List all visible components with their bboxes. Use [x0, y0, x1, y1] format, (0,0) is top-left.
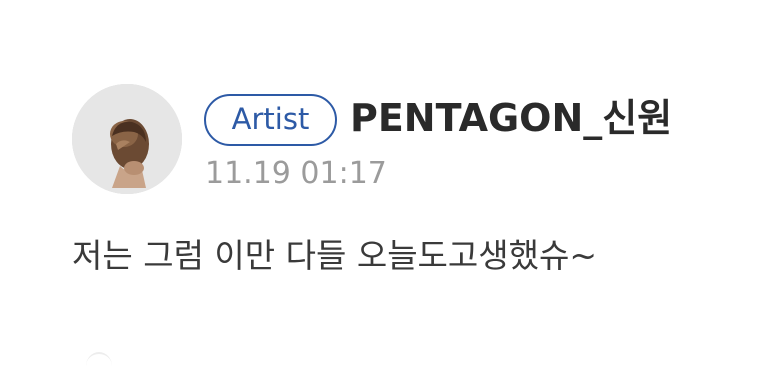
timestamp: 11.19 01:17	[205, 156, 387, 191]
next-item-divider	[86, 352, 112, 380]
avatar[interactable]	[72, 84, 182, 194]
artist-badge: Artist	[204, 94, 337, 146]
comment-post: Artist PENTAGON_신원 11.19 01:17 저는 그럼 이만 …	[0, 0, 782, 383]
username[interactable]: PENTAGON_신원	[350, 90, 672, 146]
message-text: 저는 그럼 이만 다들 오늘도고생했슈~	[72, 236, 598, 275]
profile-photo-icon	[72, 84, 182, 194]
